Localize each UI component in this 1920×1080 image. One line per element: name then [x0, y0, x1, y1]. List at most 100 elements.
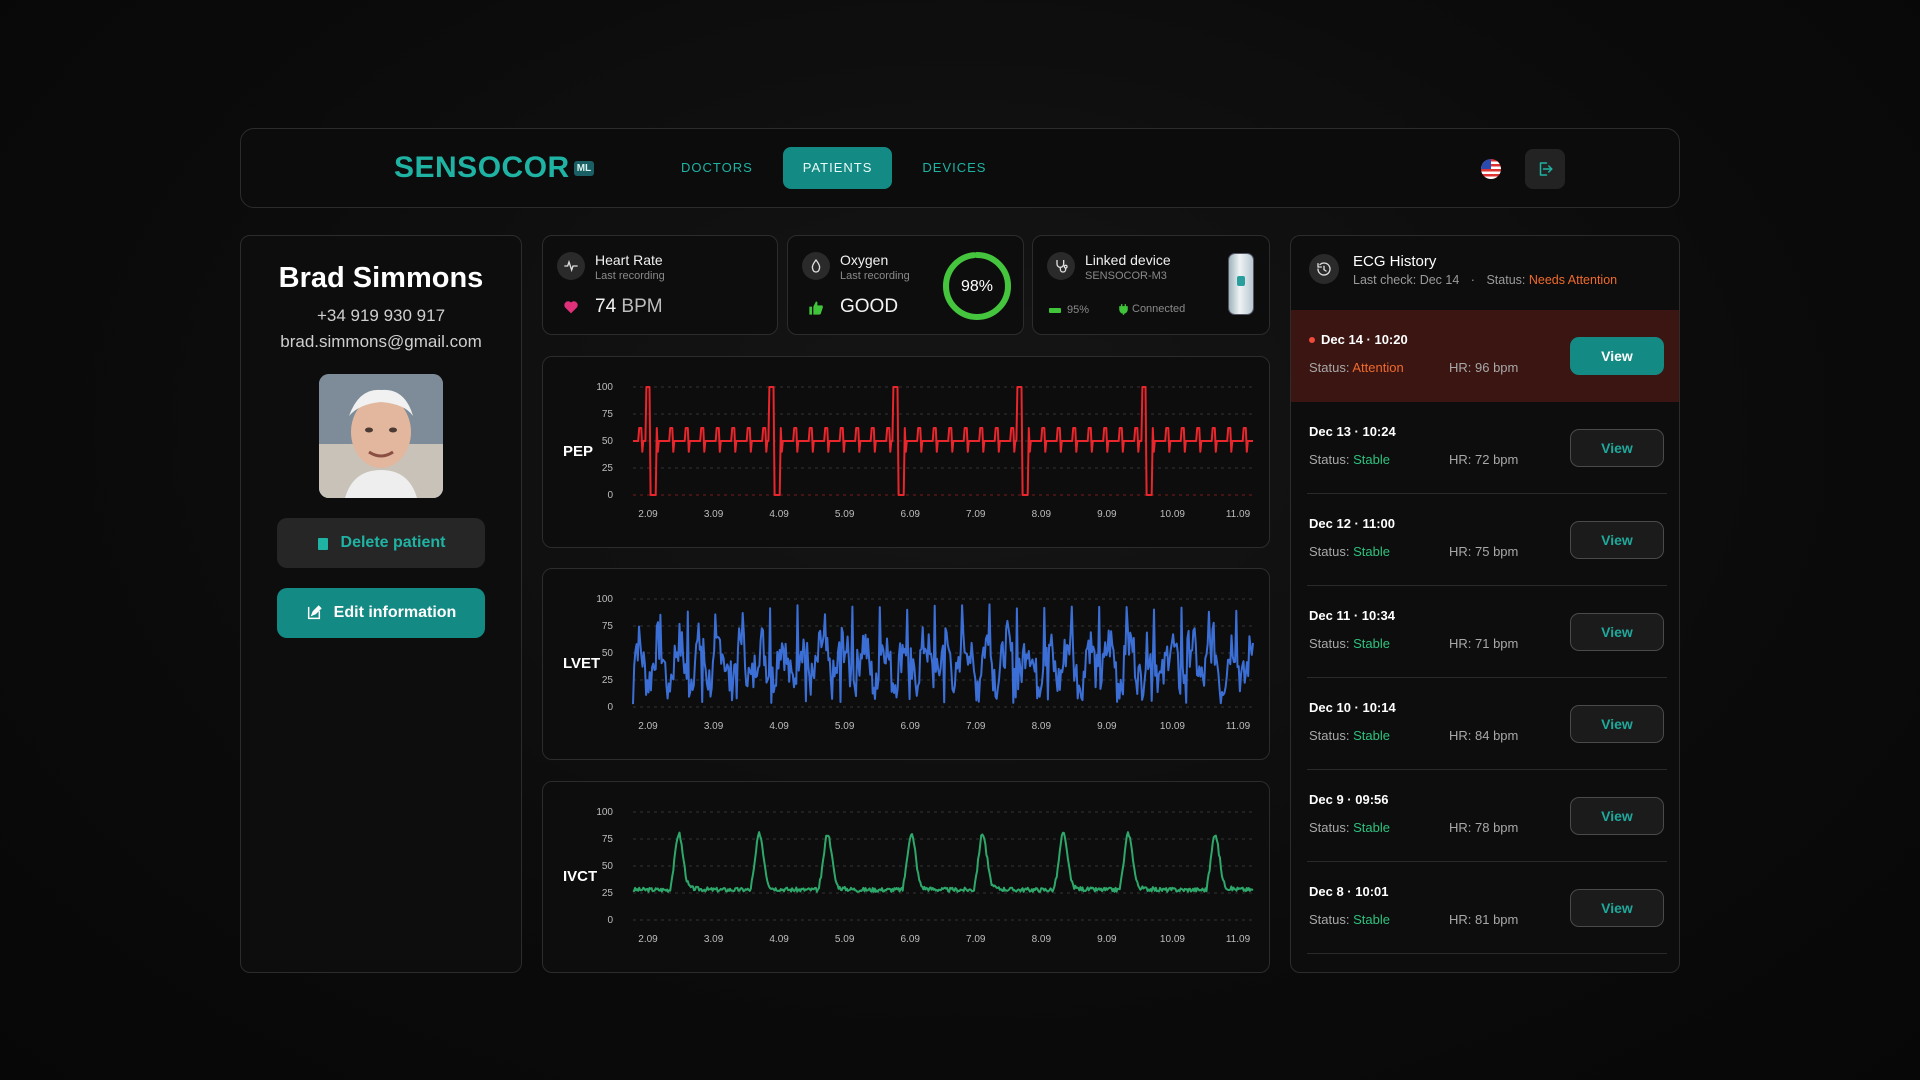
- view-button[interactable]: View: [1570, 889, 1664, 927]
- row-date-text: Dec 8 · 10:01: [1309, 884, 1389, 899]
- row-date-text: Dec 12 · 11:00: [1309, 516, 1396, 531]
- row-status-value: Stable: [1353, 728, 1390, 743]
- x-tick-label: 5.09: [835, 509, 855, 520]
- ecg-history-row: Dec 10 · 10:14 Status: Stable HR: 84 bpm Vi…: [1291, 678, 1679, 770]
- device-image: [1229, 254, 1253, 314]
- main-nav: DOCTORS PATIENTS DEVICES: [661, 147, 1016, 189]
- ecg-history-panel: ECG History Last check: Dec 14 · Status:…: [1290, 235, 1680, 973]
- view-button[interactable]: View: [1570, 521, 1664, 559]
- alert-dot-icon: [1309, 336, 1315, 343]
- view-button[interactable]: View: [1570, 797, 1664, 835]
- row-date: Dec 12 · 11:00: [1309, 516, 1395, 531]
- battery-icon: [1049, 307, 1061, 313]
- view-button[interactable]: View: [1570, 613, 1664, 651]
- series-line: [633, 386, 1253, 496]
- view-button[interactable]: View: [1570, 429, 1664, 467]
- row-status-prefix: Status:: [1309, 636, 1350, 651]
- nav-patients[interactable]: PATIENTS: [782, 147, 893, 189]
- last-check: Last check: Dec 14: [1353, 273, 1460, 287]
- row-heart-rate: HR: 75 bpm: [1449, 544, 1519, 559]
- battery-level: 95%: [1067, 304, 1090, 316]
- row-status-prefix: Status:: [1309, 728, 1350, 743]
- y-tick-label: 75: [602, 409, 614, 420]
- ecg-history-row: Dec 9 · 09:56 Status: Stable HR: 78 bpm Vie…: [1291, 770, 1679, 862]
- brand-logo[interactable]: SENSOCOR ML: [394, 151, 595, 185]
- row-status-value: Stable: [1353, 544, 1390, 559]
- battery-indicator: 95%: [1049, 304, 1089, 316]
- ecg-history-row: Dec 8 · 10:01 Status: Stable HR: 81 bpm Vie…: [1291, 862, 1679, 954]
- heart-rate-subtitle: Last recording: [595, 270, 665, 282]
- x-tick-label: 8.09: [1032, 721, 1052, 732]
- history-status-value: Needs Attention: [1528, 273, 1618, 287]
- view-button[interactable]: View: [1570, 337, 1664, 375]
- y-tick-label: 50: [602, 861, 614, 872]
- row-heart-rate: HR: 81 bpm: [1449, 912, 1519, 927]
- y-tick-label: 25: [602, 888, 614, 899]
- x-tick-label: 11.09: [1226, 509, 1251, 520]
- series-line: [632, 603, 1254, 705]
- oxygen-title: Oxygen: [840, 252, 889, 268]
- row-status: Status: Stable: [1309, 728, 1390, 743]
- row-date: Dec 9 · 09:56: [1309, 792, 1389, 807]
- row-status: Status: Stable: [1309, 912, 1390, 927]
- x-tick-label: 2.09: [638, 721, 658, 732]
- lvet-chart: 0 25 50 75 100 2.09 3.09 4.09 5.09 6.09 7.09 8.09 9.…: [596, 594, 1254, 732]
- x-tick-label: 5.09: [835, 721, 855, 732]
- delete-patient-button[interactable]: Delete patient: [277, 518, 485, 568]
- y-tick-label: 100: [596, 382, 613, 393]
- row-status-value: Stable: [1353, 452, 1390, 467]
- x-tick-label: 6.09: [900, 721, 920, 732]
- x-tick-label: 3.09: [704, 509, 724, 520]
- nav-doctors[interactable]: DOCTORS: [661, 147, 773, 189]
- x-tick-label: 11.09: [1226, 721, 1251, 732]
- row-heart-rate: HR: 78 bpm: [1449, 820, 1519, 835]
- patient-name: Brad Simmons: [278, 262, 484, 294]
- oxygen-icon: [802, 252, 830, 280]
- row-heart-rate: HR: 71 bpm: [1449, 636, 1519, 651]
- ivct-chart-panel: IVCT 0 25 50 75 100 2.09 3.09 4.09 5.09 6.09 7.09 8…: [542, 781, 1270, 973]
- heart-rate-title: Heart Rate: [595, 252, 663, 268]
- heart-rate-number: 74: [595, 296, 617, 317]
- nav-devices[interactable]: DEVICES: [902, 147, 1006, 189]
- brand-name: SENSOCOR: [394, 151, 570, 184]
- trash-icon: [317, 538, 328, 550]
- us-flag-icon[interactable]: [1481, 159, 1501, 179]
- row-date: Dec 14 · 10:20: [1309, 332, 1408, 347]
- y-tick-label: 100: [596, 807, 613, 818]
- row-status: Status: Attention: [1309, 360, 1404, 375]
- row-date-text: Dec 10 · 10:14: [1309, 700, 1396, 715]
- row-heart-rate: HR: 96 bpm: [1449, 360, 1519, 375]
- row-date: Dec 8 · 10:01: [1309, 884, 1389, 899]
- row-status: Status: Stable: [1309, 452, 1390, 467]
- history-title: ECG History: [1353, 253, 1437, 270]
- row-status-prefix: Status:: [1309, 360, 1350, 375]
- x-tick-label: 8.09: [1032, 934, 1052, 945]
- heart-rate-value: 74 BPM: [595, 296, 663, 318]
- x-tick-label: 7.09: [966, 934, 986, 945]
- patient-panel: Brad Simmons +34 919 930 917 brad.simmon…: [240, 235, 522, 973]
- row-status: Status: Stable: [1309, 636, 1390, 651]
- pulse-icon: [557, 252, 585, 280]
- row-status-value: Attention: [1352, 360, 1404, 375]
- heart-icon: [563, 300, 579, 319]
- y-tick-label: 50: [602, 436, 614, 447]
- x-tick-label: 3.09: [704, 721, 724, 732]
- connection-status: Connected: [1132, 303, 1186, 315]
- row-status-prefix: Status:: [1309, 544, 1350, 559]
- x-tick-label: 10.09: [1160, 934, 1185, 945]
- y-tick-label: 0: [607, 915, 613, 926]
- stethoscope-icon: [1047, 252, 1075, 280]
- oxygen-gauge: 98%: [943, 252, 1011, 320]
- logout-button[interactable]: [1525, 149, 1565, 189]
- y-tick-label: 100: [596, 594, 613, 605]
- oxygen-card: Oxygen Last recording GOOD 98%: [787, 235, 1024, 335]
- x-tick-label: 10.09: [1160, 509, 1185, 520]
- edit-information-button[interactable]: Edit information: [277, 588, 485, 638]
- connection-indicator: Connected: [1119, 303, 1185, 315]
- patient-email: brad.simmons@gmail.com: [280, 332, 482, 351]
- row-date-text: Dec 9 · 09:56: [1309, 792, 1389, 807]
- history-icon: [1309, 254, 1339, 284]
- view-button[interactable]: View: [1570, 705, 1664, 743]
- patient-phone: +34 919 930 917: [316, 306, 446, 325]
- row-status-value: Stable: [1353, 820, 1390, 835]
